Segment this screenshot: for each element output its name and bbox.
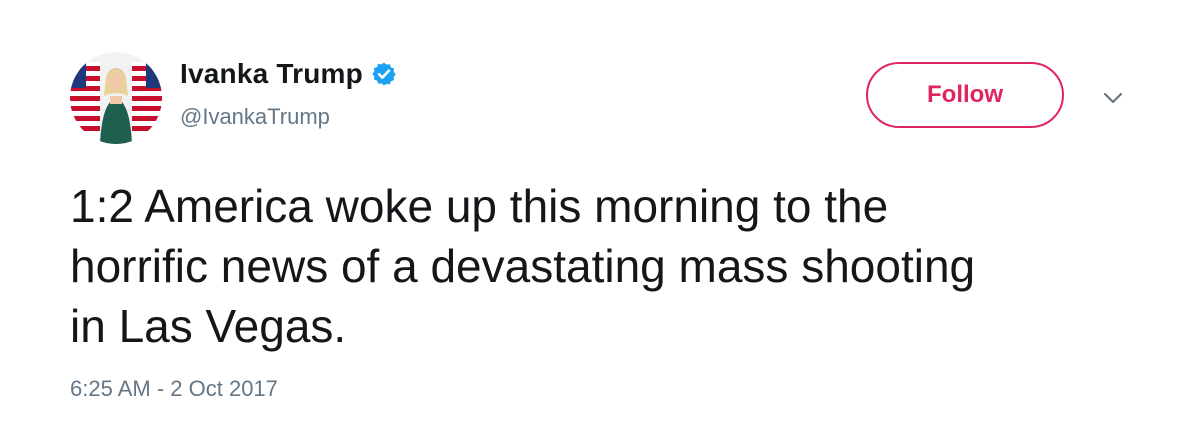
tweet-timestamp[interactable]: 6:25 AM - 2 Oct 2017 xyxy=(70,376,278,402)
avatar-image xyxy=(70,52,162,144)
chevron-down-icon[interactable] xyxy=(1100,88,1126,108)
tweet-card: Ivanka Trump @IvankaTrump Follow 1:2 Ame… xyxy=(0,0,1200,433)
tweet-text: 1:2 America woke up this morning to the … xyxy=(70,180,976,352)
avatar[interactable] xyxy=(70,52,162,144)
user-handle[interactable]: @IvankaTrump xyxy=(180,104,330,130)
author-name-row: Ivanka Trump xyxy=(180,58,397,90)
follow-button[interactable]: Follow xyxy=(866,62,1064,128)
verified-badge-icon xyxy=(371,61,397,87)
display-name[interactable]: Ivanka Trump xyxy=(180,58,363,90)
